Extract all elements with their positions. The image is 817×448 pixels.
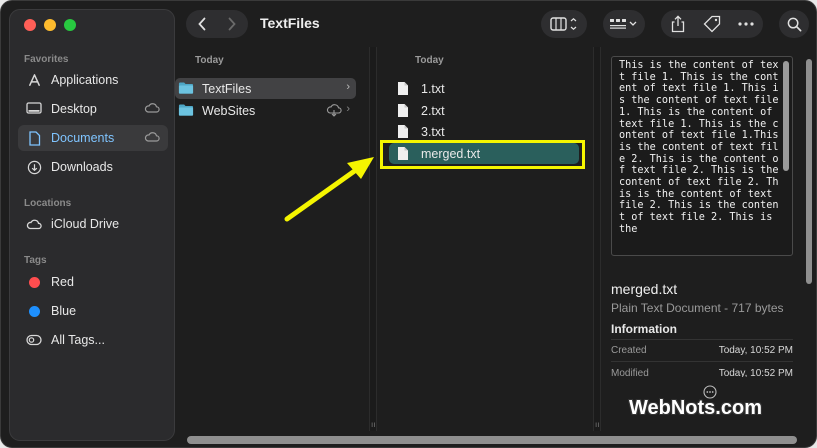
folder-name: WebSites (202, 103, 256, 118)
view-mode-button[interactable] (541, 10, 587, 38)
zoom-button[interactable] (64, 19, 76, 31)
all-tags-icon (26, 332, 42, 348)
tag-icon (703, 15, 721, 33)
text-file-icon (397, 81, 413, 97)
download-icon (26, 159, 42, 175)
folder-row-websites[interactable]: WebSites › (175, 100, 356, 121)
sidebar-item-tag-red[interactable]: Red (18, 269, 168, 295)
chevron-right-icon (228, 17, 236, 31)
sidebar-item-documents[interactable]: Documents (18, 125, 168, 151)
ellipsis-icon (738, 22, 754, 26)
share-button[interactable] (661, 15, 695, 33)
preview-content: This is the content of text file 1. This… (619, 60, 785, 235)
folder-name: TextFiles (202, 81, 252, 96)
forward-button[interactable] (217, 17, 247, 31)
minimize-button[interactable] (44, 19, 56, 31)
folder-icon (178, 81, 194, 97)
file-row-3txt[interactable]: 3.txt (389, 121, 579, 142)
preview-pane-scrollbar[interactable] (806, 59, 812, 284)
chevron-right-icon: › (346, 103, 350, 115)
modified-row-clip: Modified Today, 10:52 PM (601, 365, 804, 377)
red-tag-icon (26, 274, 42, 290)
divider (611, 361, 793, 362)
desktop-icon (26, 101, 42, 117)
applications-icon (26, 72, 42, 88)
search-button[interactable] (779, 10, 809, 38)
group-button[interactable] (603, 10, 645, 38)
file-name: 3.txt (421, 124, 445, 139)
nav-buttons (186, 10, 248, 38)
column1-heading: Today (195, 55, 224, 66)
annotation-arrow-icon (284, 157, 374, 222)
blue-tag-icon (26, 303, 42, 319)
action-buttons (661, 10, 763, 38)
sidebar-item-label: Red (51, 275, 74, 289)
sidebar-item-desktop[interactable]: Desktop (18, 96, 168, 122)
chevron-right-icon: › (346, 81, 350, 93)
back-button[interactable] (187, 17, 217, 31)
divider (611, 339, 793, 340)
window-title: TextFiles (260, 15, 320, 31)
document-icon (26, 130, 42, 146)
sidebar-item-tag-blue[interactable]: Blue (18, 298, 168, 324)
column-view-icon (550, 17, 577, 31)
sidebar-item-applications[interactable]: Applications (18, 67, 168, 93)
favorites-heading: Favorites (24, 54, 69, 65)
file-name: 1.txt (421, 81, 445, 96)
sidebar: Favorites Applications Desktop Documents (9, 9, 175, 441)
cloud-icon (26, 216, 42, 232)
sidebar-item-label: Applications (51, 73, 119, 87)
sidebar-item-label: All Tags... (51, 333, 105, 347)
sidebar-item-label: Downloads (51, 160, 113, 174)
cloud-icon (144, 102, 160, 117)
share-icon (671, 15, 685, 33)
file-row-2txt[interactable]: 2.txt (389, 100, 579, 121)
preview-thumbnail: This is the content of text file 1. This… (611, 56, 793, 256)
column2-heading: Today (415, 55, 444, 66)
group-grid-icon (610, 19, 637, 29)
folder-icon (178, 103, 194, 119)
file-row-1txt[interactable]: 1.txt (389, 78, 579, 99)
modified-value: Today, 10:52 PM (718, 368, 793, 377)
sidebar-item-label: iCloud Drive (51, 217, 120, 231)
finder-window: Favorites Applications Desktop Documents (0, 0, 817, 448)
created-value: Today, 10:52 PM (718, 345, 793, 356)
locations-heading: Locations (24, 198, 72, 209)
highlight-box (380, 140, 585, 169)
file-name: 2.txt (421, 103, 445, 118)
watermark-logo: WebNots.com (629, 397, 762, 419)
sidebar-item-downloads[interactable]: Downloads (18, 154, 168, 180)
chevron-left-icon (198, 17, 206, 31)
close-button[interactable] (24, 19, 36, 31)
column-resizer[interactable]: ıı (593, 47, 601, 431)
sidebar-item-label: Desktop (51, 102, 97, 116)
column-resizer[interactable]: ıı (369, 47, 377, 431)
sidebar-item-icloud-drive[interactable]: iCloud Drive (18, 211, 168, 237)
cloud-icon (144, 131, 160, 146)
preview-filename: merged.txt (611, 281, 678, 297)
sidebar-item-all-tags[interactable]: All Tags... (18, 327, 168, 353)
preview-scrollbar[interactable] (783, 61, 789, 171)
information-heading: Information (611, 322, 677, 336)
cloud-download-icon (326, 104, 342, 120)
sidebar-item-label: Documents (51, 131, 115, 145)
tags-heading: Tags (24, 255, 47, 266)
sidebar-item-label: Blue (51, 304, 77, 318)
folder-row-textfiles[interactable]: TextFiles › (175, 78, 356, 99)
created-label: Created (611, 345, 647, 356)
tag-button[interactable] (695, 15, 729, 33)
window-controls (24, 19, 76, 31)
modified-label: Modified (611, 368, 649, 377)
preview-kind: Plain Text Document - 717 bytes (611, 301, 784, 315)
horizontal-scrollbar[interactable] (187, 436, 797, 444)
more-button[interactable] (729, 22, 763, 26)
text-file-icon (397, 124, 413, 140)
search-icon (787, 17, 801, 31)
text-file-icon (397, 103, 413, 119)
